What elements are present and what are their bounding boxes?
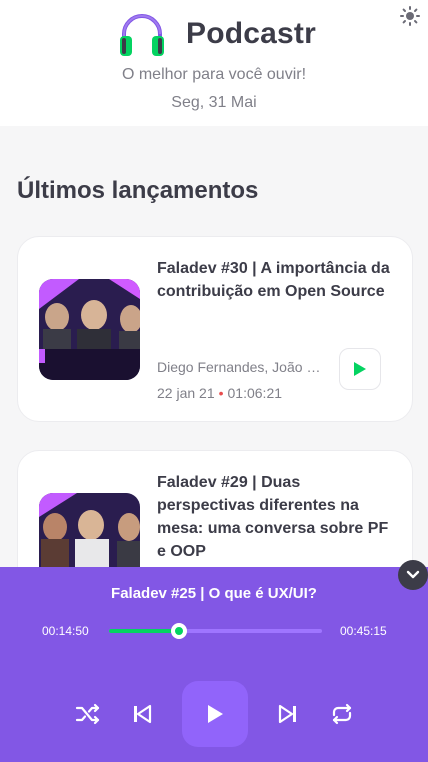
next-icon bbox=[278, 704, 296, 724]
episode-members: Diego Fernandes, João Pedro bbox=[157, 359, 327, 375]
current-time: 00:14:50 bbox=[42, 624, 89, 638]
episode-card[interactable]: Faladev #30 | A importância da contribui… bbox=[17, 236, 413, 422]
repeat-button[interactable] bbox=[328, 700, 356, 728]
episode-title[interactable]: Faladev #29 | Duas perspectivas diferent… bbox=[157, 471, 397, 563]
play-episode-button[interactable] bbox=[339, 348, 381, 390]
progress-fill bbox=[109, 629, 180, 633]
total-duration: 00:45:15 bbox=[340, 624, 387, 638]
play-icon bbox=[208, 705, 223, 723]
episode-date: 22 jan 21 bbox=[157, 385, 215, 401]
episode-title[interactable]: Faladev #30 | A importância da contribui… bbox=[157, 257, 397, 303]
play-icon bbox=[354, 362, 366, 376]
sun-icon bbox=[400, 6, 420, 26]
latest-releases-title: Últimos lançamentos bbox=[17, 177, 259, 204]
headphones-icon bbox=[120, 14, 164, 56]
progress-slider[interactable] bbox=[109, 623, 322, 639]
app-name: Podcastr bbox=[186, 17, 316, 50]
separator-dot: • bbox=[218, 385, 224, 401]
current-date: Seg, 31 Mai bbox=[171, 94, 257, 111]
tagline: O melhor para você ouvir! bbox=[121, 66, 307, 83]
chevron-down-icon bbox=[406, 570, 420, 579]
next-button[interactable] bbox=[274, 700, 302, 728]
episode-thumbnail[interactable] bbox=[39, 279, 140, 380]
episode-duration: 01:06:21 bbox=[227, 385, 283, 401]
repeat-icon bbox=[332, 703, 352, 725]
previous-icon bbox=[134, 704, 152, 724]
shuffle-button[interactable] bbox=[74, 700, 102, 728]
previous-button[interactable] bbox=[128, 700, 156, 728]
now-playing-title: Faladev #25 | O que é UX/UI? bbox=[111, 585, 317, 602]
episode-meta: 22 jan 21 • 01:06:21 bbox=[157, 385, 282, 401]
brand: Podcastr bbox=[118, 10, 316, 58]
play-button[interactable] bbox=[182, 681, 248, 747]
app-header: Podcastr O melhor para você ouvir! Seg, … bbox=[0, 0, 428, 126]
theme-toggle-button[interactable] bbox=[398, 4, 422, 28]
shuffle-icon bbox=[75, 703, 100, 725]
